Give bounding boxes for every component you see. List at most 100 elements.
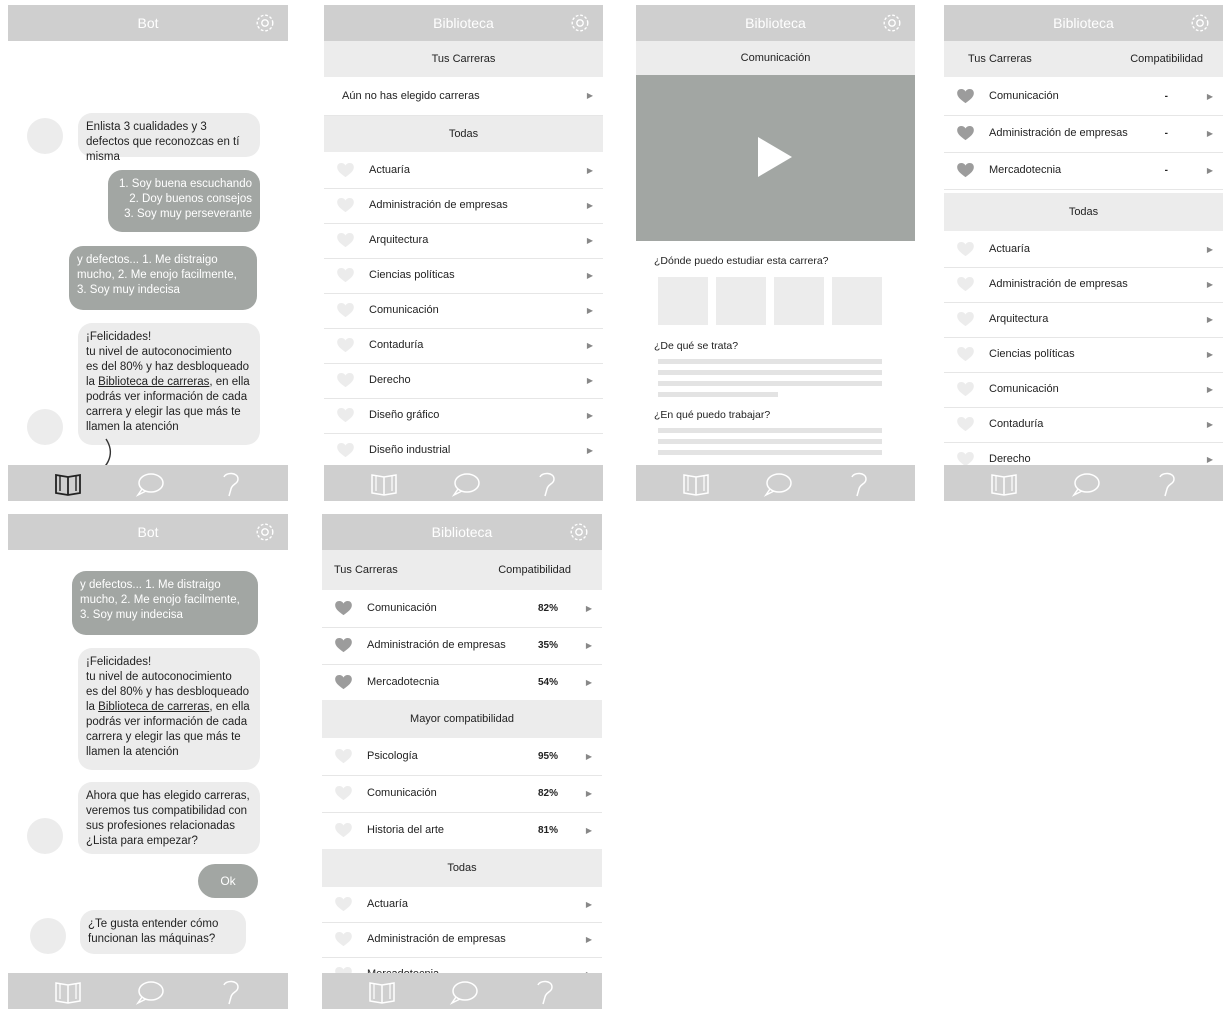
heart-icon[interactable] xyxy=(957,126,974,141)
chat-icon[interactable] xyxy=(449,979,479,1005)
career-row[interactable]: Psicología 95% ▶ xyxy=(322,738,602,776)
video-player[interactable] xyxy=(636,75,915,241)
career-row[interactable]: Comunicación 82% ▶ xyxy=(322,775,602,813)
chat-icon[interactable] xyxy=(451,471,481,497)
heart-icon[interactable] xyxy=(335,897,352,912)
heart-icon[interactable] xyxy=(337,338,354,353)
chat-icon[interactable] xyxy=(135,471,165,497)
message-text: la xyxy=(86,376,99,388)
arrow-right-icon: ▶ xyxy=(1206,92,1213,101)
career-row[interactable]: Comunicación 82% ▶ xyxy=(322,590,602,628)
career-row[interactable]: Contaduría ▶ xyxy=(944,407,1223,443)
career-row[interactable]: Administración de empresas ▶ xyxy=(944,267,1223,303)
question-icon[interactable] xyxy=(532,471,562,497)
gear-icon[interactable] xyxy=(569,12,591,34)
book-icon[interactable] xyxy=(681,471,711,497)
question-icon[interactable] xyxy=(844,471,874,497)
screen-bot-2: Bot y defectos... 1. Me distraigo mucho,… xyxy=(8,514,288,1009)
heart-icon[interactable] xyxy=(337,198,354,213)
question-icon[interactable] xyxy=(216,979,246,1005)
question-icon[interactable] xyxy=(530,979,560,1005)
message-line: llamen la atención xyxy=(86,421,179,433)
career-row[interactable]: Historia del arte 81% ▶ xyxy=(322,812,602,850)
career-row[interactable]: Administración de empresas ▶ xyxy=(324,188,603,224)
gear-icon[interactable] xyxy=(881,12,903,34)
heart-icon[interactable] xyxy=(335,675,352,690)
career-row[interactable]: Mercadotecnia 54% ▶ xyxy=(322,664,602,702)
career-row[interactable]: Mercadotecnia - ▶ xyxy=(944,152,1223,190)
heart-icon[interactable] xyxy=(335,786,352,801)
heart-icon[interactable] xyxy=(335,601,352,616)
heart-icon[interactable] xyxy=(337,233,354,248)
heart-icon[interactable] xyxy=(957,347,974,362)
gear-icon[interactable] xyxy=(1189,12,1211,34)
gear-icon[interactable] xyxy=(254,12,276,34)
heart-icon[interactable] xyxy=(957,417,974,432)
empty-careers-row[interactable]: Aún no has elegido carreras ▶ xyxy=(324,77,603,116)
screen-career-detail: Biblioteca Comunicación ¿Dónde puedo est… xyxy=(636,5,915,501)
chat-icon[interactable] xyxy=(135,979,165,1005)
user-message: 1. Soy buena escuchando 2. Doy buenos co… xyxy=(108,170,260,232)
heart-icon[interactable] xyxy=(337,268,354,283)
column-label: Tus Carreras xyxy=(968,53,1032,65)
heart-icon[interactable] xyxy=(335,638,352,653)
book-icon[interactable] xyxy=(989,471,1019,497)
heart-icon[interactable] xyxy=(335,932,352,947)
career-name: Contaduría xyxy=(989,418,1044,430)
career-row[interactable]: Ciencias políticas ▶ xyxy=(324,258,603,294)
heart-icon[interactable] xyxy=(957,163,974,178)
career-row[interactable]: Arquitectura ▶ xyxy=(324,223,603,259)
book-icon[interactable] xyxy=(53,471,83,497)
library-link[interactable]: Biblioteca de carreras xyxy=(98,376,209,388)
gear-icon[interactable] xyxy=(568,521,590,543)
chat-icon[interactable] xyxy=(1071,471,1101,497)
heart-icon[interactable] xyxy=(335,823,352,838)
heart-icon[interactable] xyxy=(337,163,354,178)
career-row[interactable]: Administración de empresas ▶ xyxy=(322,922,602,958)
heart-icon[interactable] xyxy=(337,303,354,318)
career-row[interactable]: Actuaría ▶ xyxy=(322,887,602,923)
chat-icon[interactable] xyxy=(763,471,793,497)
section-header: Todas xyxy=(944,193,1223,231)
bottom-nav xyxy=(8,973,288,1009)
career-row[interactable]: Administración de empresas 35% ▶ xyxy=(322,627,602,665)
career-row[interactable]: Comunicación ▶ xyxy=(944,372,1223,408)
library-link[interactable]: Biblioteca de carreras xyxy=(98,701,209,713)
question-icon[interactable] xyxy=(216,471,246,497)
heart-icon[interactable] xyxy=(957,382,974,397)
heart-icon[interactable] xyxy=(957,277,974,292)
book-icon[interactable] xyxy=(369,471,399,497)
ok-button[interactable]: Ok xyxy=(198,864,258,898)
gear-icon[interactable] xyxy=(254,521,276,543)
career-row[interactable]: Ciencias políticas ▶ xyxy=(944,337,1223,373)
heart-icon[interactable] xyxy=(337,443,354,458)
book-icon[interactable] xyxy=(53,979,83,1005)
arrow-right-icon: ▶ xyxy=(586,271,593,280)
heart-icon[interactable] xyxy=(957,89,974,104)
column-label: Compatibilidad xyxy=(498,564,571,576)
section-header: Tus Carreras Compatibilidad xyxy=(322,550,602,590)
heart-icon[interactable] xyxy=(957,242,974,257)
heart-icon[interactable] xyxy=(337,373,354,388)
career-name: Actuaría xyxy=(367,898,408,910)
play-icon[interactable] xyxy=(756,135,794,179)
career-row[interactable]: Contaduría ▶ xyxy=(324,328,603,364)
message-line: 3. Soy muy perseverante xyxy=(124,208,252,220)
career-row[interactable]: Comunicación - ▶ xyxy=(944,78,1223,116)
arrow-right-icon: ▶ xyxy=(586,376,593,385)
heart-icon[interactable] xyxy=(957,312,974,327)
bot-avatar xyxy=(27,818,63,854)
career-row[interactable]: Derecho ▶ xyxy=(324,363,603,399)
book-icon[interactable] xyxy=(367,979,397,1005)
career-row[interactable]: Comunicación ▶ xyxy=(324,293,603,329)
career-row[interactable]: Actuaría ▶ xyxy=(324,153,603,189)
career-row[interactable]: Arquitectura ▶ xyxy=(944,302,1223,338)
heart-icon[interactable] xyxy=(335,749,352,764)
heart-icon[interactable] xyxy=(337,408,354,423)
message-line: 3. Soy muy indecisa xyxy=(80,609,183,621)
question-icon[interactable] xyxy=(1152,471,1182,497)
career-row[interactable]: Diseño industrial ▶ xyxy=(324,433,603,469)
career-row[interactable]: Diseño gráfico ▶ xyxy=(324,398,603,434)
career-row[interactable]: Administración de empresas - ▶ xyxy=(944,115,1223,153)
career-row[interactable]: Actuaría ▶ xyxy=(944,232,1223,268)
